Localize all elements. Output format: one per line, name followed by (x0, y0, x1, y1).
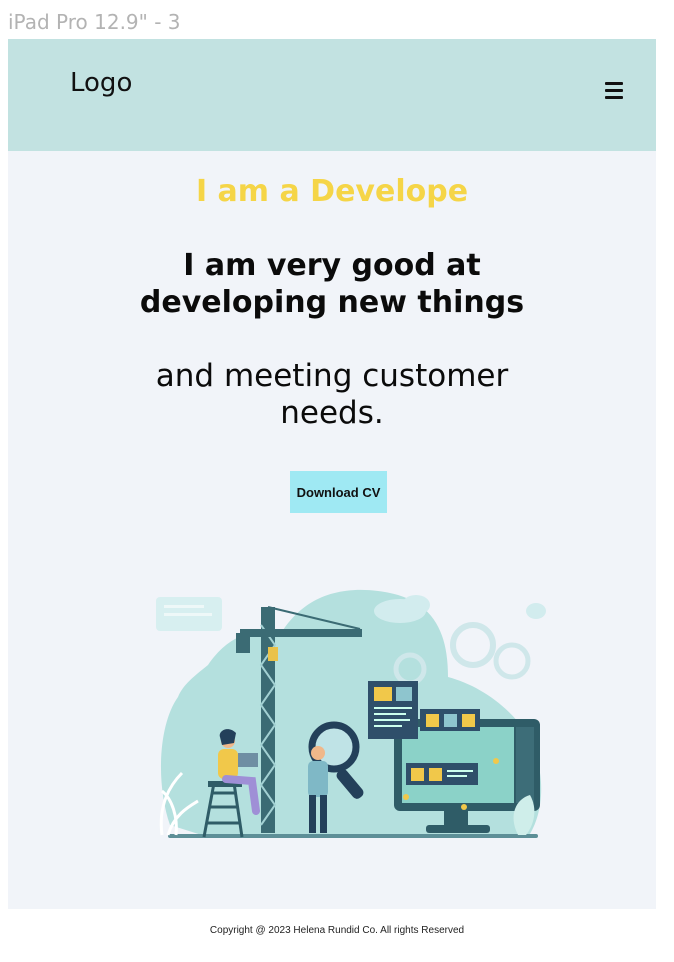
gear-icon (450, 622, 496, 668)
hero-text: and meeting customer needs. (155, 358, 509, 431)
hero-title: I am very good at developing new things (139, 248, 525, 320)
developer-construction-illustration (156, 589, 546, 838)
hamburger-menu-icon[interactable] (602, 79, 630, 103)
header: Logo (8, 39, 656, 151)
crane-arm (240, 629, 362, 637)
ground (168, 834, 538, 838)
page-frame: Logo I am a Develope I am very good at d… (8, 39, 656, 909)
frame-label: iPad Pro 12.9" - 3 (8, 10, 181, 34)
logo[interactable]: Logo (70, 68, 132, 98)
man-figure (311, 746, 325, 760)
footer-copyright: Copyright @ 2023 Helena Rundid Co. All r… (209, 925, 465, 936)
download-cv-button[interactable]: Download CV (290, 471, 387, 513)
laptop-icon (238, 753, 258, 767)
hero-subtitle: I am a Develope (195, 174, 469, 209)
